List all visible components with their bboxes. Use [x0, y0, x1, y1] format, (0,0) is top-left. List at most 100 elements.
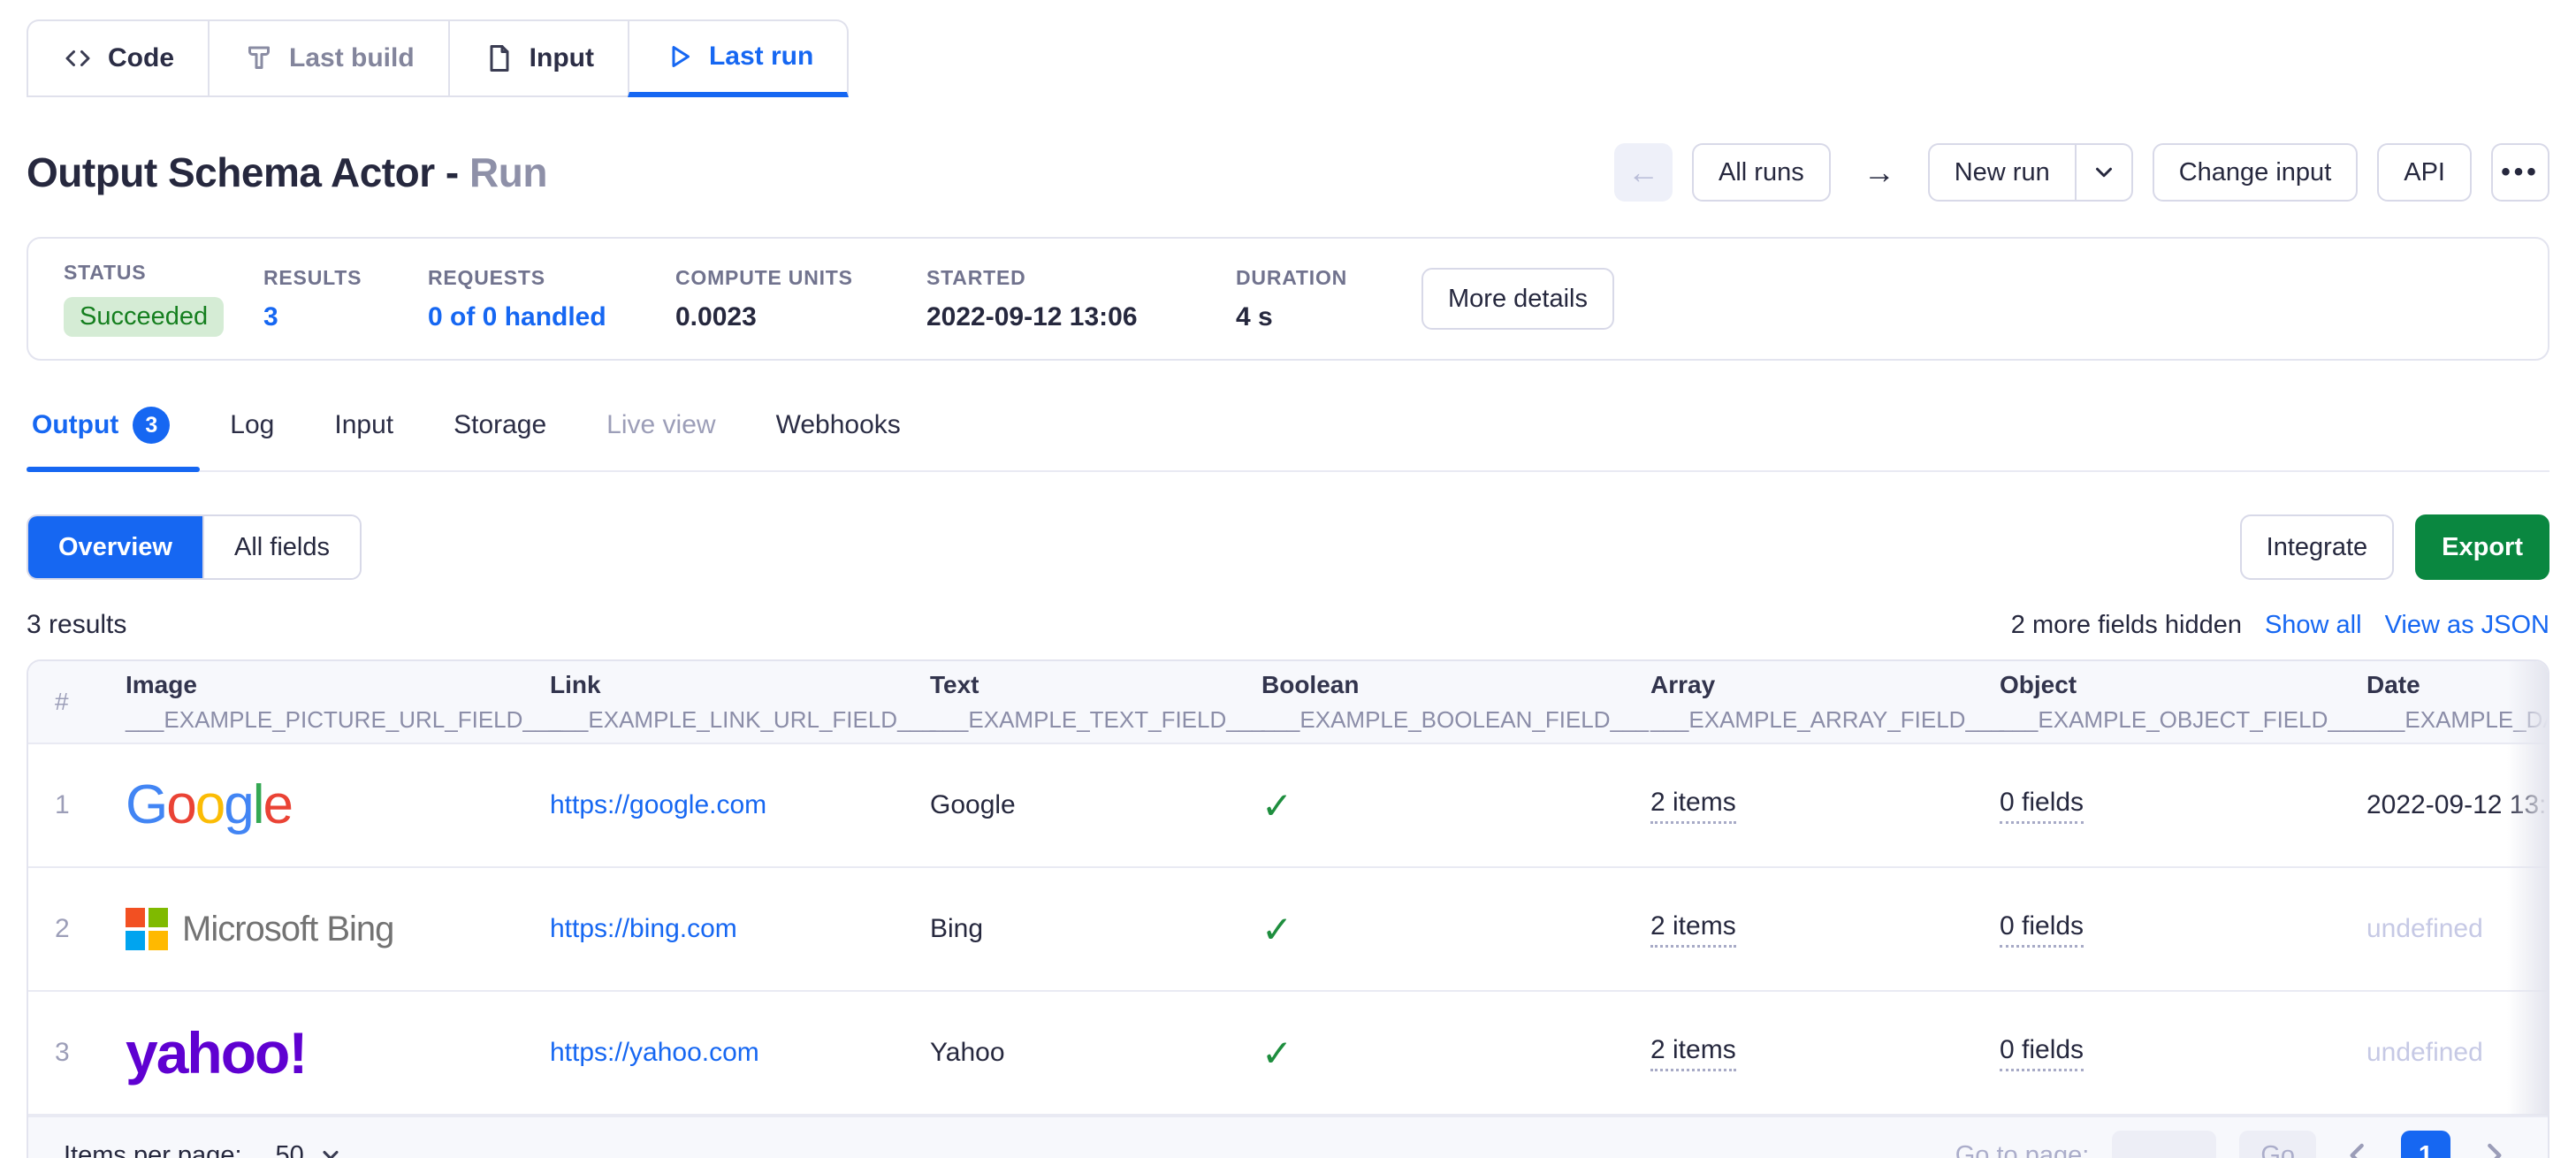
- stat-started-value: 2022-09-12 13:06: [926, 302, 1236, 332]
- row-link[interactable]: https://yahoo.com: [550, 1038, 759, 1067]
- column-header-image[interactable]: Image ___EXAMPLE_PICTURE_URL_FIELD___: [126, 671, 550, 734]
- tab-input[interactable]: Input: [448, 19, 628, 97]
- row-link[interactable]: https://google.com: [550, 790, 766, 819]
- pagination: Go to page: Go 1: [1955, 1131, 2512, 1158]
- items-per-page-value: 50: [276, 1141, 304, 1158]
- stat-duration-value: 4 s: [1236, 302, 1421, 332]
- code-icon: [62, 42, 94, 74]
- tab-last-build[interactable]: Last build: [208, 19, 448, 97]
- column-header-boolean[interactable]: Boolean ___EXAMPLE_BOOLEAN_FIELD___: [1261, 671, 1650, 734]
- view-toggle-overview[interactable]: Overview: [28, 516, 202, 578]
- object-fields-link[interactable]: 0 fields: [2000, 788, 2084, 824]
- export-button[interactable]: Export: [2415, 514, 2549, 580]
- table-footer: Items per page: 50 Go to page: Go 1: [28, 1116, 2548, 1158]
- stat-started-label: STARTED: [926, 266, 1236, 290]
- checkmark-icon: ✓: [1261, 1032, 1292, 1074]
- tab-code[interactable]: Code: [27, 19, 208, 97]
- build-tab-bar: Code Last build Input Last run: [27, 19, 849, 97]
- checkmark-icon: ✓: [1261, 909, 1292, 950]
- array-items-link[interactable]: 2 items: [1650, 911, 1736, 948]
- row-text: Yahoo: [930, 1038, 1261, 1068]
- column-header-index: #: [55, 688, 126, 716]
- prev-run-button[interactable]: ←: [1614, 143, 1673, 202]
- chevron-down-icon: [318, 1143, 343, 1158]
- results-count-link[interactable]: 3: [263, 302, 428, 332]
- tab-live-view: Live view: [576, 400, 745, 470]
- run-detail-tabs: Output 3 Log Input Storage Live view Web…: [27, 400, 2549, 472]
- bing-logo: Microsoft Bing: [126, 908, 550, 950]
- stat-results: RESULTS 3: [263, 266, 428, 332]
- title-actions: ← All runs → New run Change input API ••…: [1614, 143, 2549, 202]
- new-run-dropdown-button[interactable]: [2077, 143, 2133, 202]
- items-per-page: Items per page: 50: [64, 1141, 343, 1158]
- tab-storage[interactable]: Storage: [423, 400, 576, 470]
- tab-run-input[interactable]: Input: [304, 400, 423, 470]
- checkmark-icon: ✓: [1261, 785, 1292, 827]
- view-toggle: Overview All fields: [27, 514, 362, 580]
- stat-compute-units: COMPUTE UNITS 0.0023: [675, 266, 926, 332]
- tab-output-label: Output: [32, 410, 118, 440]
- tab-output[interactable]: Output 3: [27, 400, 200, 470]
- row-index: 3: [55, 1038, 126, 1068]
- chevron-right-icon[interactable]: [2473, 1136, 2512, 1158]
- array-items-link[interactable]: 2 items: [1650, 1035, 1736, 1071]
- stat-cu-value: 0.0023: [675, 302, 926, 332]
- go-button[interactable]: Go: [2239, 1131, 2316, 1158]
- stat-status-label: STATUS: [64, 261, 263, 285]
- tab-log[interactable]: Log: [200, 400, 304, 470]
- results-table: # Image ___EXAMPLE_PICTURE_URL_FIELD___ …: [27, 659, 2549, 1158]
- row-link[interactable]: https://bing.com: [550, 914, 737, 943]
- tab-live-view-label: Live view: [606, 410, 715, 440]
- arrow-right-icon: →: [1863, 156, 1895, 188]
- page-title: Output Schema Actor - Run: [27, 149, 547, 196]
- row-text: Google: [930, 790, 1261, 820]
- hidden-fields-note: 2 more fields hidden Show all View as JS…: [2011, 611, 2549, 640]
- actor-run-page: Code Last build Input Last run Output Sc…: [0, 0, 2576, 1158]
- requests-link[interactable]: 0 of 0 handled: [428, 302, 675, 332]
- array-items-link[interactable]: 2 items: [1650, 788, 1736, 824]
- items-per-page-select[interactable]: 50: [276, 1141, 343, 1158]
- stat-results-label: RESULTS: [263, 266, 428, 290]
- show-all-link[interactable]: Show all: [2265, 611, 2362, 640]
- goto-page-label: Go to page:: [1955, 1141, 2090, 1158]
- hidden-fields-text: 2 more fields hidden: [2011, 611, 2242, 640]
- tab-run-input-label: Input: [334, 410, 393, 440]
- table-row: 3 yahoo! https://yahoo.com Yahoo ✓ 2 ite…: [28, 992, 2549, 1116]
- ellipsis-icon: •••: [2501, 157, 2540, 187]
- run-status-card: STATUS Succeeded RESULTS 3 REQUESTS 0 of…: [27, 237, 2549, 361]
- tab-last-run[interactable]: Last run: [628, 19, 849, 97]
- output-count-badge: 3: [133, 407, 170, 444]
- row-date: undefined: [2366, 1038, 2549, 1068]
- column-header-array[interactable]: Array ___EXAMPLE_ARRAY_FIELD___: [1650, 671, 2000, 734]
- new-run-button[interactable]: New run: [1928, 143, 2077, 202]
- title-row: Output Schema Actor - Run ← All runs → N…: [27, 143, 2549, 202]
- more-details-button[interactable]: More details: [1421, 268, 1614, 330]
- results-line: 3 results 2 more fields hidden Show all …: [27, 610, 2549, 640]
- change-input-button[interactable]: Change input: [2153, 143, 2359, 202]
- more-actions-button[interactable]: •••: [2491, 143, 2549, 202]
- integrate-button[interactable]: Integrate: [2240, 514, 2394, 580]
- view-toggle-all-fields[interactable]: All fields: [202, 516, 360, 578]
- object-fields-link[interactable]: 0 fields: [2000, 911, 2084, 948]
- yahoo-logo: yahoo!: [126, 1020, 306, 1086]
- column-header-link[interactable]: Link ___EXAMPLE_LINK_URL_FIELD___: [550, 671, 930, 734]
- api-button[interactable]: API: [2377, 143, 2472, 202]
- new-run-split-button: New run: [1928, 143, 2133, 202]
- goto-page-input[interactable]: [2112, 1131, 2216, 1158]
- column-header-text[interactable]: Text ___EXAMPLE_TEXT_FIELD___: [930, 671, 1261, 734]
- arrow-left-icon: ←: [1627, 156, 1659, 188]
- column-header-object[interactable]: Object ___EXAMPLE_OBJECT_FIELD___: [2000, 671, 2366, 734]
- column-header-date[interactable]: Date ___EXAMPLE_DATE_FIELD___: [2366, 671, 2549, 734]
- chevron-left-icon[interactable]: [2339, 1136, 2378, 1158]
- view-as-json-link[interactable]: View as JSON: [2385, 611, 2549, 640]
- output-toolbar: Overview All fields Integrate Export: [27, 514, 2549, 580]
- tab-webhooks[interactable]: Webhooks: [746, 400, 931, 470]
- stat-requests-label: REQUESTS: [428, 266, 675, 290]
- table-header-row: # Image ___EXAMPLE_PICTURE_URL_FIELD___ …: [28, 661, 2549, 744]
- object-fields-link[interactable]: 0 fields: [2000, 1035, 2084, 1071]
- all-runs-button[interactable]: All runs: [1692, 143, 1831, 202]
- stat-duration: DURATION 4 s: [1236, 266, 1421, 332]
- current-page-button[interactable]: 1: [2401, 1131, 2450, 1158]
- next-run-button[interactable]: →: [1850, 143, 1909, 202]
- tab-log-label: Log: [230, 410, 274, 440]
